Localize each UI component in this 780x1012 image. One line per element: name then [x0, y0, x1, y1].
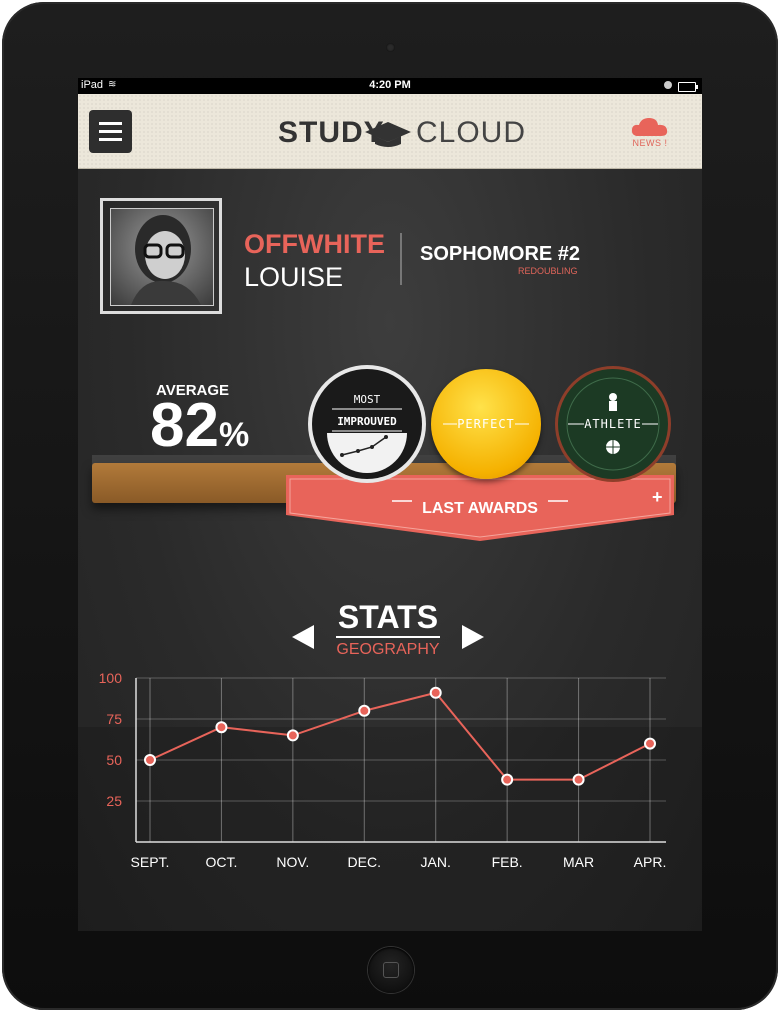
chart-y-tick-label: 100: [99, 670, 123, 686]
average-unit: %: [218, 416, 250, 454]
name-divider: [400, 233, 402, 285]
badge-athlete[interactable]: ATHLETE: [558, 369, 668, 479]
orientation-lock-icon: [664, 81, 672, 89]
chart-x-tick-label: OCT.: [205, 854, 237, 870]
badge-perfect-arrows-icon: [443, 423, 529, 425]
next-subject-arrow[interactable]: [462, 625, 484, 649]
main-content: OFFWHITE LOUISE SOPHOMORE #2 REDOUBLING …: [78, 169, 702, 931]
chart-y-tick-label: 50: [106, 752, 122, 768]
average-number: 82: [150, 391, 219, 460]
student-first-name: OFFWHITE: [244, 229, 385, 259]
badge-most-improved[interactable]: MOST IMPROUVED: [312, 369, 422, 479]
stats-subject: GEOGRAPHY: [336, 641, 440, 658]
logo-cloud-text: CLOUD: [416, 116, 527, 149]
app-logo: STUDY CLOUD: [278, 116, 528, 150]
chart-data-point: [644, 737, 656, 750]
battery-icon: [678, 82, 698, 92]
grades-line-chart: 25 50 75 100 SEPT. OCT. NOV. DEC. JAN. FEB. MAR APR…: [99, 670, 667, 870]
chart-data-point: [572, 773, 585, 786]
chart-y-tick-label: 25: [106, 793, 122, 809]
chart-data-point: [358, 704, 371, 717]
graduation-cap-icon: [365, 122, 411, 147]
chart-x-tick-label: FEB.: [492, 854, 523, 870]
grade-status: REDOUBLING: [518, 266, 578, 276]
avatar-frame: [100, 198, 222, 314]
menu-line-icon: [99, 130, 122, 133]
chart-x-tick-label: DEC.: [348, 854, 381, 870]
menu-line-icon: [99, 122, 122, 125]
chart-x-tick-label: SEPT.: [131, 854, 170, 870]
chart-x-tick-label: NOV.: [276, 854, 309, 870]
student-last-name: LOUISE: [244, 262, 344, 292]
app-header: STUDY CLOUD NEWS !: [78, 94, 702, 169]
chart-y-tick-label: 75: [106, 711, 122, 727]
status-bar: iPad ≋ 4:20 PM: [78, 78, 702, 94]
chart-x-tick-label: MAR: [563, 854, 594, 870]
news-button[interactable]: NEWS !: [628, 116, 672, 152]
basketball-player-icon: [566, 377, 660, 471]
avatar: [110, 208, 214, 306]
cloud-icon: [631, 118, 668, 136]
add-award-button[interactable]: +: [652, 487, 663, 508]
chart-data-point: [501, 773, 514, 786]
chart-data-point: [215, 721, 228, 734]
chart-x-tick-label: JAN.: [421, 854, 451, 870]
grade-label: SOPHOMORE #2: [420, 243, 581, 265]
screen: iPad ≋ 4:20 PM STUDY CLOUD NEWS ! OFFWHI…: [78, 78, 702, 931]
front-camera: [386, 43, 395, 52]
home-button[interactable]: [368, 947, 414, 993]
chart-data-point: [144, 754, 156, 766]
stats-title: STATS: [337, 599, 439, 635]
badge-perfect[interactable]: PERFECT: [431, 369, 541, 479]
status-time: 4:20 PM: [369, 79, 411, 91]
chart-series-line: [149, 691, 651, 781]
last-awards-label[interactable]: LAST AWARDS: [286, 500, 674, 518]
chart-x-tick-label: APR.: [634, 854, 667, 870]
news-label: NEWS !: [632, 138, 668, 148]
improvement-chart-icon: [327, 408, 407, 473]
home-square-icon: [383, 962, 399, 978]
chart-data-point: [286, 729, 299, 742]
chart-data-point: [429, 686, 442, 699]
avatar-portrait: [131, 215, 201, 305]
stats-underline: [336, 636, 440, 638]
menu-button[interactable]: [89, 110, 132, 153]
menu-line-icon: [99, 138, 122, 141]
